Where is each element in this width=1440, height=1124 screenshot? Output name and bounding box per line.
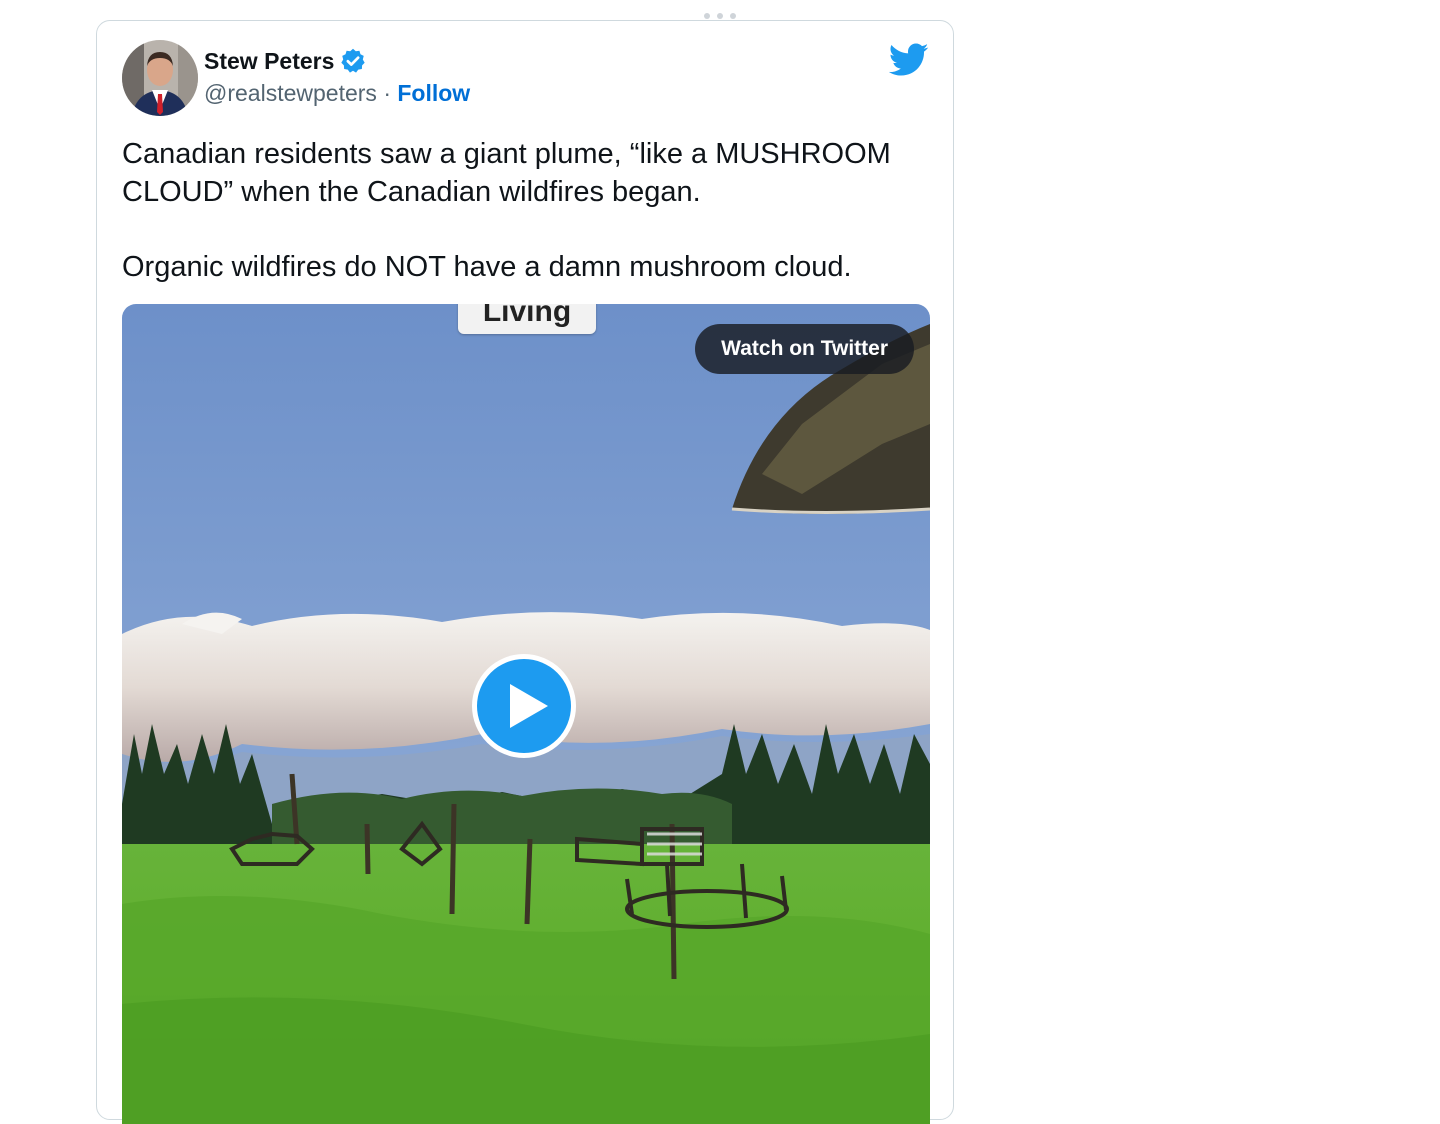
- video-caption-overlay: Living: [458, 304, 596, 334]
- tweet-card: Stew Peters @realstewpeters · Follow Can…: [96, 20, 954, 1124]
- tweet-paragraph: Canadian residents saw a giant plume, “l…: [122, 138, 891, 208]
- separator-dot: ·: [383, 80, 391, 106]
- author-handle[interactable]: @realstewpeters: [204, 80, 377, 106]
- avatar[interactable]: [122, 40, 198, 116]
- play-icon: [510, 684, 548, 728]
- verified-badge-icon: [341, 48, 366, 73]
- tweet-paragraph: Organic wildfires do NOT have a damn mus…: [122, 251, 852, 283]
- author-handle-row: @realstewpeters · Follow: [204, 80, 470, 107]
- twitter-bird-icon[interactable]: [889, 43, 929, 77]
- play-button[interactable]: [472, 654, 576, 758]
- author-name[interactable]: Stew Peters: [204, 48, 334, 75]
- watch-on-twitter-button[interactable]: Watch on Twitter: [695, 324, 914, 374]
- tweet-text: Canadian residents saw a giant plume, “l…: [122, 135, 932, 286]
- follow-link[interactable]: Follow: [397, 80, 470, 106]
- drag-handle-icon[interactable]: [704, 12, 736, 20]
- video-player[interactable]: Living Watch on Twitter: [122, 304, 930, 1124]
